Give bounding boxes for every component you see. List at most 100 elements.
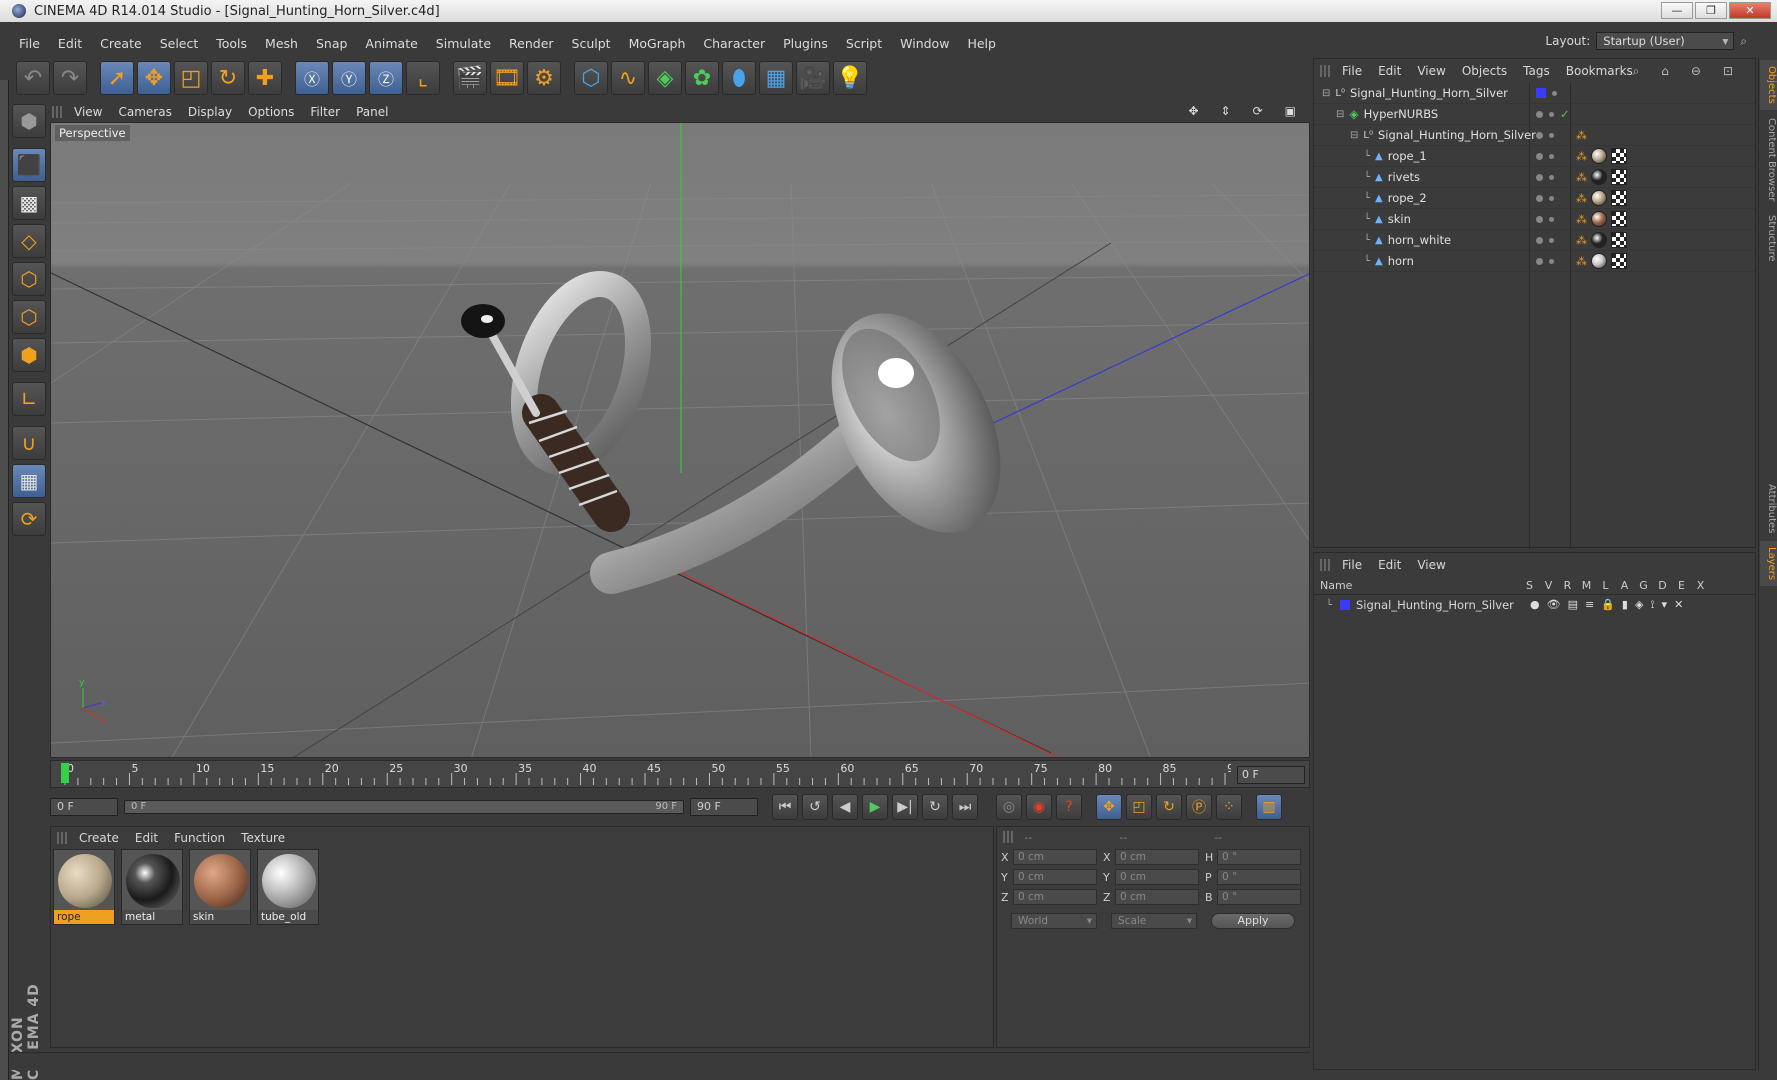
rotation-p-field[interactable]: 0 °: [1217, 869, 1301, 885]
editor-visibility-dot[interactable]: [1536, 236, 1543, 244]
x-axis-lock-icon[interactable]: Ⓧ: [295, 61, 329, 95]
panel-grip-icon[interactable]: [52, 106, 64, 118]
layout-dropdown[interactable]: Startup (User): [1596, 32, 1735, 50]
search-icon[interactable]: ⌕: [1740, 34, 1747, 49]
workplane-lock-icon[interactable]: ▦: [12, 464, 46, 498]
render-visibility-dot[interactable]: [1549, 174, 1554, 180]
material-tag-icon[interactable]: [1591, 211, 1607, 227]
render-icon[interactable]: ▤: [1568, 598, 1578, 612]
viewport-menu-filter[interactable]: Filter: [310, 105, 340, 119]
object-menu-bookmarks[interactable]: Bookmarks: [1566, 64, 1633, 78]
xref-icon[interactable]: ✕: [1674, 598, 1683, 612]
visibility-dots[interactable]: [1536, 215, 1554, 223]
tab-content-browser[interactable]: Content Browser: [1760, 112, 1777, 207]
visibility-dots[interactable]: [1536, 236, 1554, 244]
material-swatch[interactable]: rope: [53, 849, 115, 925]
position-y-field[interactable]: 0 cm: [1013, 869, 1097, 885]
layer-flag-column[interactable]: X: [1691, 579, 1710, 592]
current-frame-field[interactable]: 0 F: [1237, 766, 1305, 784]
perspective-viewport[interactable]: y z x Perspective: [50, 122, 1310, 758]
search-icon[interactable]: ⌕: [1633, 64, 1640, 79]
camera-icon[interactable]: 🎥: [796, 61, 830, 95]
tab-objects[interactable]: Objects: [1760, 60, 1777, 110]
y-axis-lock-icon[interactable]: Ⓨ: [332, 61, 366, 95]
viewport-menu-view[interactable]: View: [74, 105, 102, 119]
solo-icon[interactable]: ●: [1530, 598, 1540, 612]
editor-visibility-dot[interactable]: [1536, 110, 1543, 118]
apply-button[interactable]: Apply: [1211, 913, 1295, 929]
rotation-b-field[interactable]: 0 °: [1217, 889, 1301, 905]
next-key-icon[interactable]: ↻: [922, 794, 948, 820]
frame-range-slider[interactable]: 0 F 90 F: [124, 800, 684, 814]
viewport-menu-panel[interactable]: Panel: [356, 105, 388, 119]
end-frame-field[interactable]: 90 F: [690, 798, 758, 816]
object-tree-row[interactable]: ⊟ L⁰ Signal_Hunting_Horn_Silver ⁂: [1314, 125, 1755, 146]
visibility-dots[interactable]: [1536, 194, 1554, 202]
render-visibility-dot[interactable]: [1549, 153, 1554, 159]
phong-tag-icon[interactable]: ⁂: [1576, 255, 1587, 268]
material-tag-icon[interactable]: [1591, 232, 1607, 248]
object-menu-objects[interactable]: Objects: [1462, 64, 1507, 78]
collapse-icon[interactable]: ⊖: [1691, 64, 1701, 79]
previous-key-icon[interactable]: ↺: [802, 794, 828, 820]
visibility-dots[interactable]: [1536, 173, 1554, 181]
layer-row[interactable]: └ Signal_Hunting_Horn_Silver ● 👁 ▤ ≡ 🔒 ▮…: [1314, 595, 1755, 615]
editor-visibility-dot[interactable]: [1536, 257, 1543, 265]
layer-flag-column[interactable]: L: [1596, 579, 1615, 592]
layer-flag-column[interactable]: A: [1615, 579, 1634, 592]
material-tag-icon[interactable]: [1591, 190, 1607, 206]
panel-grip-icon[interactable]: [1320, 65, 1332, 77]
layer-menu-file[interactable]: File: [1342, 558, 1362, 572]
coordinate-space-dropdown[interactable]: World: [1011, 913, 1097, 929]
menu-edit[interactable]: Edit: [58, 36, 82, 51]
editor-visibility-dot[interactable]: [1536, 173, 1543, 181]
render-visibility-dot[interactable]: [1549, 237, 1554, 243]
material-tag-icon[interactable]: [1591, 169, 1607, 185]
menu-tools[interactable]: Tools: [216, 36, 247, 51]
nurbs-icon[interactable]: ◈: [648, 61, 682, 95]
array-icon[interactable]: ✿: [685, 61, 719, 95]
render-picture-viewer-icon[interactable]: 🎞: [490, 61, 524, 95]
layer-flag-column[interactable]: R: [1558, 579, 1577, 592]
layer-menu-edit[interactable]: Edit: [1378, 558, 1401, 572]
playhead-marker[interactable]: [61, 763, 69, 783]
object-tree-row[interactable]: └ ▲ horn ⁂: [1314, 251, 1755, 272]
expand-toggle-icon[interactable]: ⊟: [1350, 130, 1358, 141]
axis-mode-icon[interactable]: ∟: [12, 382, 46, 416]
layer-color-swatch[interactable]: [1340, 600, 1350, 610]
home-icon[interactable]: ⌂: [1661, 64, 1669, 79]
material-tag-icon[interactable]: [1591, 253, 1607, 269]
polygons-mode-icon[interactable]: ⬢: [12, 338, 46, 372]
maximize-view-icon[interactable]: ▣: [1285, 104, 1296, 118]
deformer-icon[interactable]: ⟟: [1650, 598, 1654, 612]
dolly-icon[interactable]: ⇕: [1221, 104, 1231, 118]
minimize-button[interactable]: —: [1661, 2, 1693, 19]
generator-icon[interactable]: ◈: [1635, 598, 1643, 612]
record-position-icon[interactable]: ✥: [1096, 794, 1122, 820]
menu-render[interactable]: Render: [509, 36, 554, 51]
phong-tag-icon[interactable]: ⁂: [1576, 213, 1587, 226]
editor-visibility-dot[interactable]: [1536, 194, 1543, 202]
expression-icon[interactable]: ▾: [1662, 598, 1668, 612]
rotate-tool-icon[interactable]: ↻: [211, 61, 245, 95]
menu-animate[interactable]: Animate: [365, 36, 417, 51]
coordinate-system-icon[interactable]: ⌞: [406, 61, 440, 95]
size-x-field[interactable]: 0 cm: [1115, 849, 1199, 865]
visibility-dots[interactable]: [1536, 152, 1554, 160]
visibility-dots[interactable]: [1536, 131, 1554, 139]
editor-visibility-dot[interactable]: [1536, 152, 1543, 160]
menu-file[interactable]: File: [19, 36, 40, 51]
z-axis-lock-icon[interactable]: Ⓩ: [369, 61, 403, 95]
editor-visibility-dot[interactable]: [1536, 131, 1543, 139]
menu-snap[interactable]: Snap: [316, 36, 347, 51]
menu-help[interactable]: Help: [967, 36, 996, 51]
phong-tag-icon[interactable]: ⁂: [1576, 171, 1587, 184]
render-visibility-dot[interactable]: [1549, 132, 1554, 138]
edges-mode-icon[interactable]: ⬡: [12, 300, 46, 334]
model-mode-icon[interactable]: ⬛: [12, 148, 46, 182]
menu-script[interactable]: Script: [846, 36, 882, 51]
render-view-icon[interactable]: 🎬: [453, 61, 487, 95]
panel-grip-icon[interactable]: [57, 832, 69, 844]
workplane-mode-icon[interactable]: ◇: [12, 224, 46, 258]
layer-flag-column[interactable]: M: [1577, 579, 1596, 592]
